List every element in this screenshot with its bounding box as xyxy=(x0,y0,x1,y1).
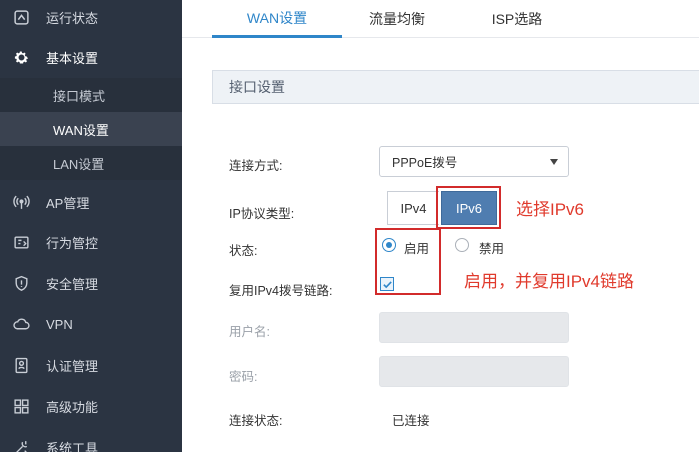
conn-type-label: 连接方式: xyxy=(229,159,283,173)
password-label: 密码: xyxy=(229,370,258,384)
sidebar-item-auth[interactable]: 认证管理 xyxy=(0,348,182,382)
ipv4-label: IPv4 xyxy=(400,200,427,216)
disable-radio[interactable] xyxy=(455,238,469,252)
sidebar-item-label: 安全管理 xyxy=(46,276,99,292)
sidebar-item-advanced[interactable]: 高级功能 xyxy=(0,389,182,423)
sidebar-item-label: 高级功能 xyxy=(46,399,99,415)
tab-bar: WAN设置 流量均衡 ISP选路 xyxy=(182,0,699,38)
grid-icon xyxy=(10,397,32,415)
sidebar-subitem-label: WAN设置 xyxy=(53,122,109,138)
conn-type-select[interactable]: PPPoE拨号 xyxy=(379,146,569,177)
auth-badge-icon xyxy=(10,356,32,374)
sidebar-item-label: 运行状态 xyxy=(46,10,99,26)
ip-proto-label: IP协议类型: xyxy=(229,207,295,221)
tab-label: WAN设置 xyxy=(246,9,308,26)
sidebar-item-label: AP管理 xyxy=(46,195,90,211)
section-header: 接口设置 xyxy=(212,70,699,104)
tab-isp-routing[interactable]: ISP选路 xyxy=(462,0,572,38)
sidebar-item-vpn[interactable]: VPN xyxy=(0,307,182,341)
sidebar-item-label: 系统工具 xyxy=(46,440,99,452)
username-label: 用户名: xyxy=(229,325,270,339)
sidebar: 运行状态 基本设置 接口模式 WAN设置 LAN设置 AP管理 行为管控 安全管… xyxy=(0,0,182,452)
tab-label: ISP选路 xyxy=(491,11,543,27)
sidebar-item-security[interactable]: 安全管理 xyxy=(0,266,182,300)
annotation-enable-reuse: 启用，并复用IPv4链路 xyxy=(464,272,635,291)
conn-status-value: 已连接 xyxy=(392,414,430,428)
sidebar-item-label: 基本设置 xyxy=(46,50,99,66)
behavior-control-icon xyxy=(10,233,32,251)
tab-label: 流量均衡 xyxy=(369,11,425,27)
sidebar-item-behavior-control[interactable]: 行为管控 xyxy=(0,225,182,259)
sidebar-subitem-lan-settings[interactable]: LAN设置 xyxy=(0,146,182,180)
tab-traffic-balance[interactable]: 流量均衡 xyxy=(342,0,452,38)
ipv4-button[interactable]: IPv4 xyxy=(387,191,439,225)
sidebar-item-system-tools[interactable]: 系统工具 xyxy=(0,430,182,452)
gear-icon xyxy=(10,48,32,66)
tab-wan-settings[interactable]: WAN设置 xyxy=(212,0,342,38)
shield-icon xyxy=(10,274,32,292)
ipv6-highlight-box xyxy=(436,186,501,229)
sidebar-item-status[interactable]: 运行状态 xyxy=(0,0,182,34)
main-panel: WAN设置 流量均衡 ISP选路 接口设置 连接方式: PPPoE拨号 IP协议… xyxy=(182,0,699,452)
sidebar-subitem-label: LAN设置 xyxy=(53,156,105,172)
chevron-down-icon xyxy=(550,159,558,165)
sidebar-subitem-interface-mode[interactable]: 接口模式 xyxy=(0,78,182,112)
conn-status-label: 连接状态: xyxy=(229,414,283,428)
sidebar-item-label: VPN xyxy=(46,316,73,332)
conn-type-value: PPPoE拨号 xyxy=(392,156,458,170)
section-title: 接口设置 xyxy=(229,79,285,95)
sidebar-subitem-label: 接口模式 xyxy=(53,88,106,104)
sidebar-subitem-wan-settings[interactable]: WAN设置 xyxy=(0,112,182,146)
tools-icon xyxy=(10,438,32,452)
password-input[interactable] xyxy=(379,356,569,387)
sidebar-item-label: 认证管理 xyxy=(46,358,99,374)
status-highlight-box xyxy=(375,228,441,295)
username-input[interactable] xyxy=(379,312,569,343)
annotation-select-ipv6: 选择IPv6 xyxy=(516,200,585,219)
vpn-cloud-icon xyxy=(10,315,32,333)
sidebar-item-label: 行为管控 xyxy=(46,235,99,251)
ap-antenna-icon xyxy=(10,193,32,211)
status-label: 状态: xyxy=(229,244,258,258)
reuse-ipv4-label: 复用IPv4拨号链路: xyxy=(229,284,333,298)
disable-radio-label: 禁用 xyxy=(479,242,505,256)
sidebar-item-basic-settings[interactable]: 基本设置 xyxy=(0,40,182,74)
gauge-icon xyxy=(10,8,32,26)
sidebar-item-ap-management[interactable]: AP管理 xyxy=(0,185,182,219)
